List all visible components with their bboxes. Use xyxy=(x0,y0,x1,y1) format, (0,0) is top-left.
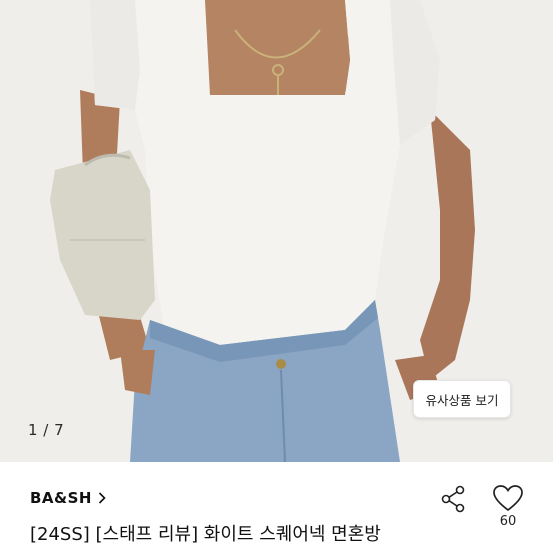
similar-products-button[interactable]: 유사상품 보기 xyxy=(413,380,511,418)
heart-outline-icon xyxy=(493,485,523,512)
product-title: [24SS] [스태프 리뷰] 화이트 스퀘어넥 면혼방 xyxy=(30,524,381,545)
like-count: 60 xyxy=(499,514,517,529)
share-button[interactable] xyxy=(438,484,468,514)
share-icon xyxy=(441,485,465,513)
brand-link[interactable]: BA&SH xyxy=(30,489,106,507)
brand-name: BA&SH xyxy=(30,489,92,507)
product-info-panel: BA&SH [24SS] [스태프 리뷰] 화이트 스퀘어넥 면혼방 60 xyxy=(0,462,553,553)
chevron-right-icon xyxy=(98,492,106,504)
like-button[interactable]: 60 xyxy=(490,484,526,544)
image-page-counter: 1 / 7 xyxy=(28,421,65,439)
